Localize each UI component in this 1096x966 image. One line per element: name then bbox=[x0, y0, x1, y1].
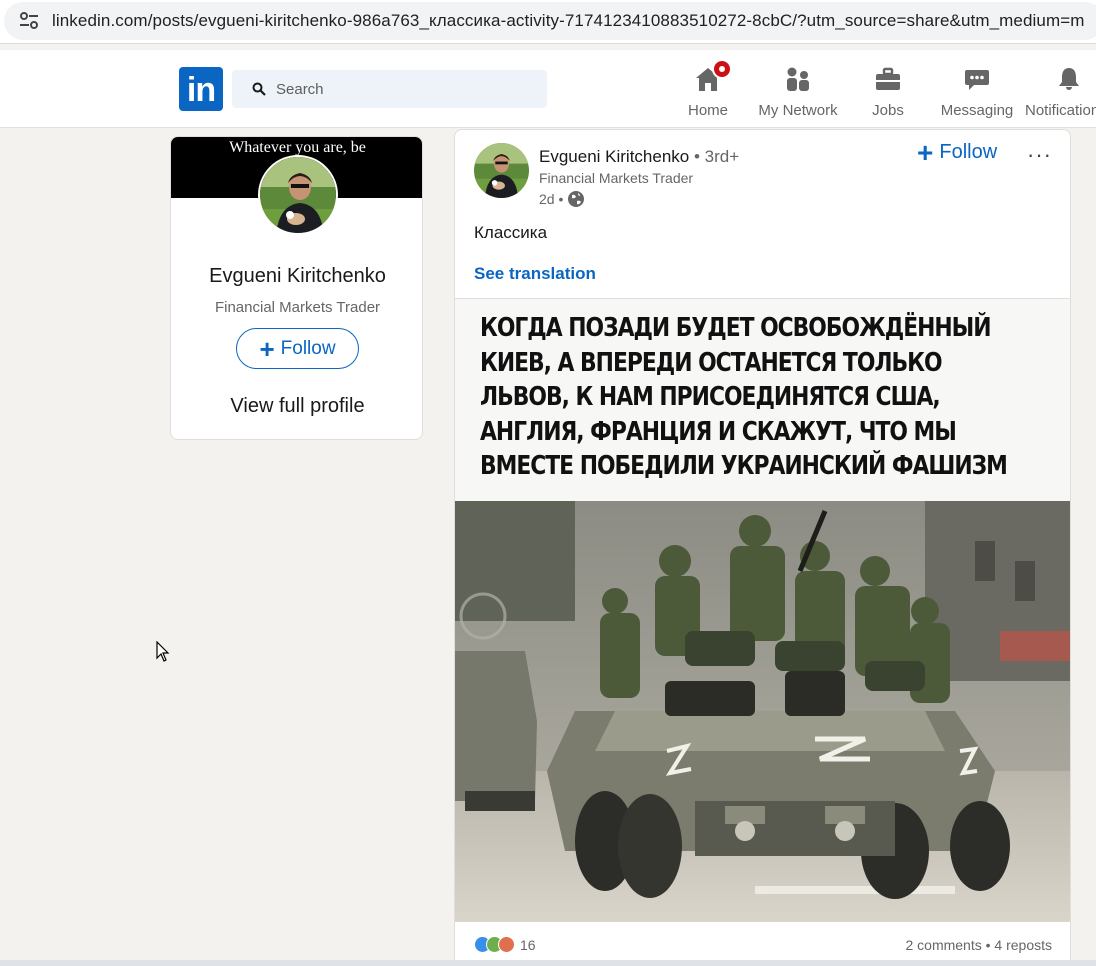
messaging-icon bbox=[937, 62, 1017, 92]
view-full-profile-link[interactable]: View full profile bbox=[171, 395, 422, 418]
nav-home[interactable]: Home bbox=[684, 59, 732, 119]
post-author-headline: Financial Markets Trader bbox=[539, 170, 694, 186]
post-author[interactable]: Evgueni Kiritchenko • 3rd+ bbox=[539, 147, 739, 167]
url-text[interactable]: linkedin.com/posts/evgueni-kiritchenko-9… bbox=[52, 11, 1085, 31]
caption-line: КОГДА ПОЗАДИ БУДЕТ ОСВОБОЖДЁННЫЙ bbox=[480, 313, 992, 343]
site-settings-icon[interactable] bbox=[18, 11, 40, 31]
post-text: Классика bbox=[474, 223, 548, 242]
nav-my-network-label: My Network bbox=[758, 102, 838, 119]
horizontal-scrollbar[interactable] bbox=[0, 960, 1096, 966]
post-author-name[interactable]: Evgueni Kiritchenko bbox=[539, 147, 689, 166]
briefcase-icon bbox=[864, 62, 912, 92]
nav-my-network[interactable]: My Network bbox=[752, 62, 844, 119]
caption-line: КИЕВ, А ВПЕРЕДИ ОСТАНЕТСЯ ТОЛЬКО bbox=[480, 347, 943, 378]
plus-icon: + bbox=[259, 333, 275, 364]
nav-messaging[interactable]: Messaging bbox=[937, 62, 1017, 119]
nav-notifications[interactable]: Notifications bbox=[1024, 62, 1096, 119]
cursor-icon bbox=[156, 641, 170, 662]
notification-badge bbox=[712, 59, 732, 79]
nav-home-label: Home bbox=[687, 102, 728, 119]
profile-follow-label: Follow bbox=[280, 337, 336, 359]
linkedin-logo[interactable]: in bbox=[179, 67, 223, 111]
search-icon bbox=[252, 82, 266, 96]
profile-avatar[interactable] bbox=[258, 155, 338, 235]
network-icon bbox=[752, 62, 844, 92]
nav-messaging-label: Messaging bbox=[940, 102, 1014, 119]
post-follow-label: Follow bbox=[939, 141, 998, 163]
profile-name[interactable]: Evgueni Kiritchenko bbox=[171, 265, 422, 288]
profile-title: Financial Markets Trader bbox=[214, 299, 381, 316]
profile-card: Whatever you are, be a e. Evgueni Kiritc… bbox=[170, 136, 423, 440]
love-icon bbox=[498, 936, 515, 953]
post-age: 2d • bbox=[539, 191, 564, 207]
post-image-caption[interactable]: КОГДА ПОЗАДИ БУДЕТ ОСВОБОЖДЁННЫЙ КИЕВ, А… bbox=[455, 299, 1070, 501]
connection-degree: • 3rd+ bbox=[694, 147, 740, 166]
comments-reposts[interactable]: 2 comments • 4 reposts bbox=[905, 937, 1052, 953]
home-icon bbox=[684, 59, 732, 92]
reactions[interactable]: 16 bbox=[474, 936, 536, 953]
nav-notifications-label: Notifications bbox=[1025, 102, 1096, 119]
banner-text: Whatever you are, be bbox=[229, 139, 366, 156]
nav-jobs-label: Jobs bbox=[872, 102, 904, 119]
nav-jobs[interactable]: Jobs bbox=[864, 62, 912, 119]
browser-address-bar: linkedin.com/posts/evgueni-kiritchenko-9… bbox=[0, 0, 1096, 44]
reaction-count[interactable]: 16 bbox=[520, 937, 536, 953]
post-photo[interactable] bbox=[455, 501, 1070, 922]
profile-follow-button[interactable]: + Follow bbox=[236, 328, 359, 369]
top-nav: in Home My Network bbox=[0, 50, 1096, 128]
see-translation-link[interactable]: See translation bbox=[474, 264, 596, 284]
caption-line: ЛЬВОВ, К НАМ ПРИСОЕДИНЯТСЯ США, bbox=[480, 382, 941, 412]
post-follow-button[interactable]: + Follow bbox=[917, 136, 998, 168]
bell-icon bbox=[1024, 62, 1096, 92]
caption-line: АНГЛИЯ, ФРАНЦИЯ И СКАЖУТ, ЧТО МЫ bbox=[480, 416, 957, 447]
plus-icon: + bbox=[917, 136, 934, 168]
author-avatar[interactable] bbox=[474, 143, 529, 198]
globe-icon bbox=[568, 191, 585, 207]
caption-line: ВМЕСТЕ ПОБЕДИЛИ УКРАИНСКИЙ ФАШИЗМ bbox=[480, 451, 1008, 481]
post-meta: 2d • bbox=[539, 190, 585, 208]
post-card: Evgueni Kiritchenko • 3rd+ Financial Mar… bbox=[454, 129, 1071, 966]
search-input[interactable] bbox=[276, 70, 536, 108]
address-field[interactable]: linkedin.com/posts/evgueni-kiritchenko-9… bbox=[4, 2, 1096, 40]
search-box[interactable] bbox=[232, 70, 547, 108]
more-options-icon[interactable]: ··· bbox=[1027, 142, 1052, 168]
